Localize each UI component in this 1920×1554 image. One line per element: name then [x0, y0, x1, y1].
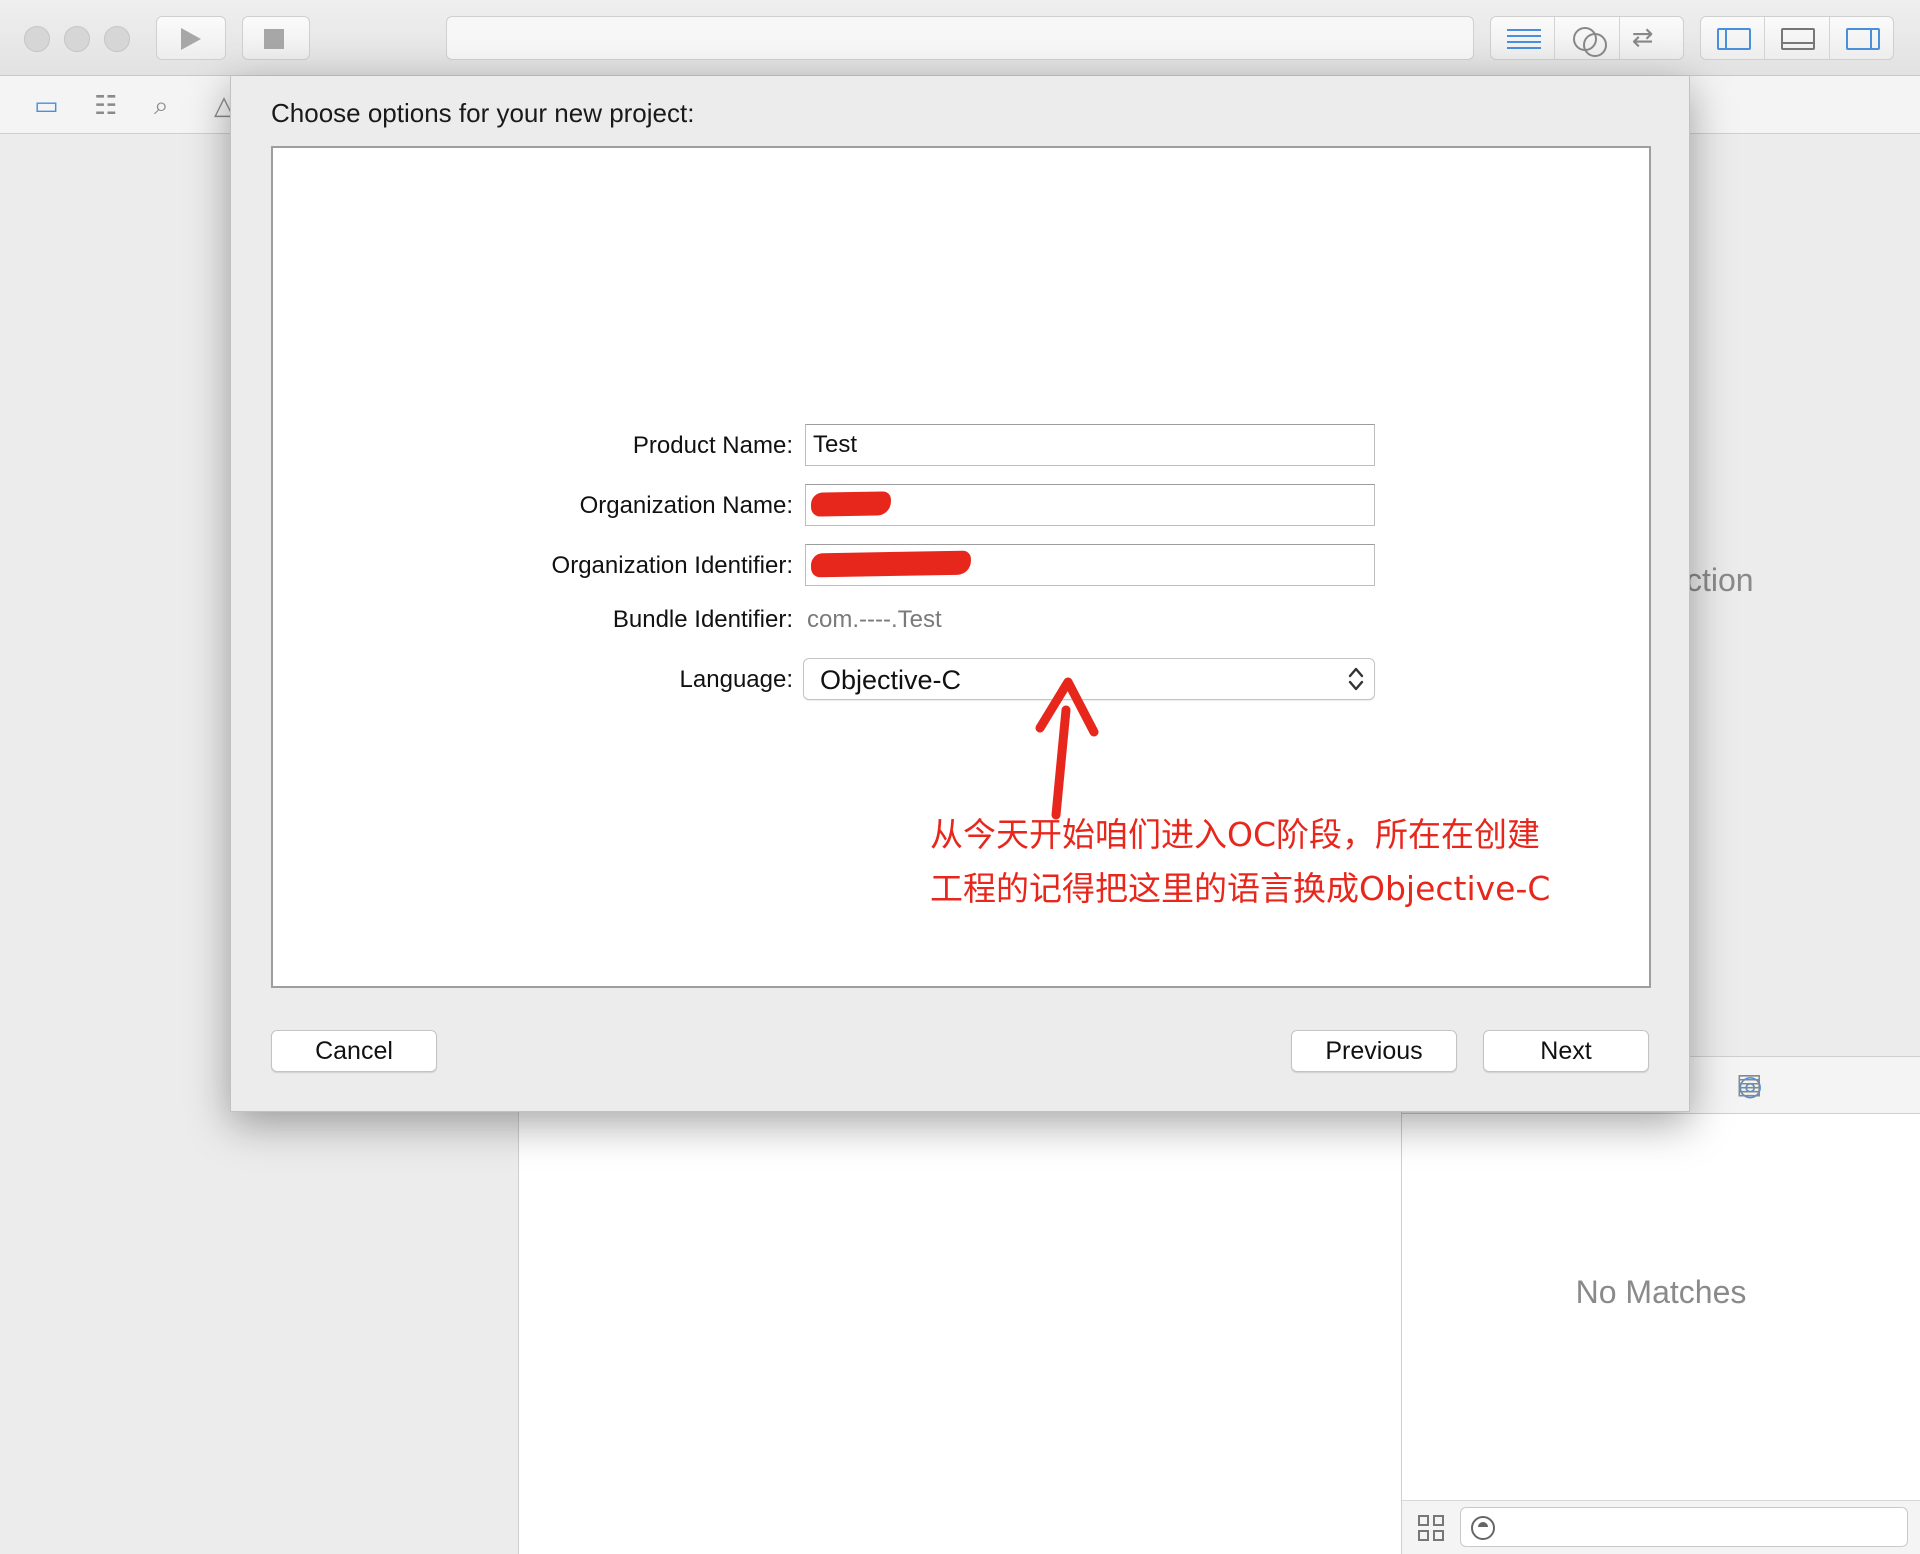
hierarchy-icon[interactable]: ☷ — [94, 90, 117, 120]
window-toolbar: ⇄ — [0, 0, 1920, 76]
media-library-icon[interactable]: ▤ — [1736, 1067, 1762, 1100]
organization-identifier-label: Organization Identifier: — [551, 552, 793, 579]
grid-view-icon[interactable] — [1418, 1515, 1444, 1541]
zoom-dot-icon[interactable] — [104, 26, 130, 52]
language-value: Objective-C — [820, 665, 962, 695]
organization-name-label: Organization Name: — [579, 492, 793, 519]
run-icon — [181, 28, 201, 50]
language-row: Language: Objective-C — [273, 658, 1653, 702]
debug-area-toggle-icon — [1781, 28, 1816, 50]
library-footer — [1402, 1500, 1920, 1554]
editor-mode-control: ⇄ — [1490, 16, 1684, 60]
organization-identifier-row: Organization Identifier: — [273, 544, 1653, 588]
cancel-button[interactable]: Cancel — [271, 1030, 437, 1072]
product-name-label: Product Name: — [632, 432, 793, 459]
annotation-line-1: 从今天开始咱们进入OC阶段，所在在创建 — [930, 815, 1541, 854]
utilities-toggle-icon — [1845, 28, 1880, 50]
version-editor-button[interactable]: ⇄ — [1620, 17, 1683, 59]
stop-button[interactable] — [242, 16, 310, 60]
library-list: No Matches — [1402, 1114, 1920, 1506]
redaction-mark — [810, 491, 892, 517]
product-name-row: Product Name: — [273, 424, 1653, 468]
utilities-toggle-button[interactable] — [1830, 17, 1893, 59]
assistant-editor-button[interactable] — [1555, 17, 1620, 59]
bundle-identifier-row: Bundle Identifier: com.----.Test — [273, 598, 1653, 642]
redaction-mark — [810, 550, 972, 578]
minimize-dot-icon[interactable] — [64, 26, 90, 52]
standard-editor-icon — [1507, 29, 1541, 49]
stop-icon — [264, 29, 284, 49]
search-icon[interactable]: ⌕ — [154, 90, 169, 120]
view-toggle-control — [1700, 16, 1894, 60]
bundle-identifier-value: com.----.Test — [807, 606, 942, 633]
folder-icon[interactable]: ▭ — [34, 90, 59, 120]
chevron-updown-icon — [1348, 667, 1364, 691]
inspector-partial-text: ction — [1686, 562, 1754, 598]
close-dot-icon[interactable] — [24, 26, 50, 52]
annotation-line-2: 工程的记得把这里的语言换成Objective-C — [930, 869, 1551, 908]
standard-editor-button[interactable] — [1491, 17, 1556, 59]
filter-icon — [1471, 1516, 1495, 1540]
organization-name-row: Organization Name: — [273, 484, 1653, 528]
new-project-sheet: Choose options for your new project: Pro… — [230, 76, 1690, 1112]
activity-viewer — [446, 16, 1474, 60]
sheet-title: Choose options for your new project: — [271, 98, 695, 128]
annotation-arrow-icon — [1035, 677, 1099, 820]
version-editor-icon: ⇄ — [1631, 22, 1654, 52]
navigator-toggle-button[interactable] — [1701, 17, 1766, 59]
run-button[interactable] — [156, 16, 226, 60]
assistant-editor-icon — [1573, 27, 1608, 57]
previous-button[interactable]: Previous — [1291, 1030, 1457, 1072]
library-filter-field[interactable] — [1460, 1507, 1908, 1547]
next-button[interactable]: Next — [1483, 1030, 1649, 1072]
product-name-field[interactable] — [805, 424, 1375, 466]
navigator-toggle-icon — [1717, 28, 1751, 50]
debug-area-toggle-button[interactable] — [1765, 17, 1830, 59]
language-label: Language: — [679, 666, 793, 693]
annotation-note: 从今天开始咱们进入OC阶段，所在在创建 工程的记得把这里的语言换成Objecti… — [930, 808, 1630, 916]
bundle-identifier-label: Bundle Identifier: — [612, 606, 793, 633]
no-matches-label: No Matches — [1575, 1274, 1747, 1310]
